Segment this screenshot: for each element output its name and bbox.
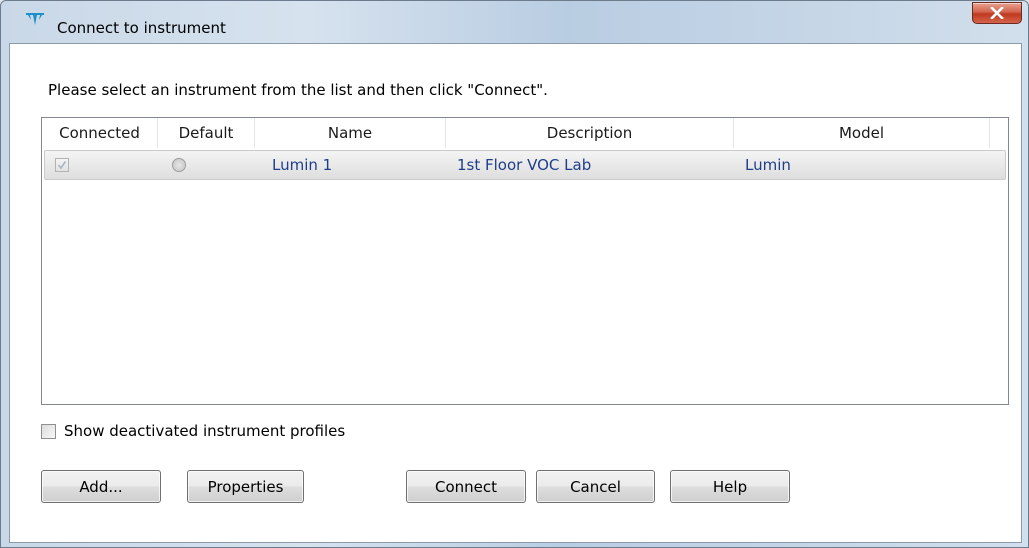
column-header-name[interactable]: Name	[255, 118, 446, 148]
column-header-description[interactable]: Description	[446, 118, 734, 148]
model-cell: Lumin	[745, 156, 791, 174]
connected-checkbox[interactable]	[55, 158, 69, 172]
default-radio[interactable]	[172, 158, 186, 172]
connect-dialog: Connect to instrument Please select an i…	[0, 0, 1029, 548]
help-button[interactable]: Help	[670, 470, 790, 503]
default-cell	[159, 151, 256, 179]
list-header: Connected Default Name Description Model	[42, 118, 1008, 148]
cancel-button[interactable]: Cancel	[536, 470, 655, 503]
show-deactivated-label: Show deactivated instrument profiles	[64, 422, 346, 440]
teledyne-logo-icon	[26, 13, 44, 25]
column-header-connected[interactable]: Connected	[42, 118, 158, 148]
close-icon	[990, 7, 1004, 19]
connect-button[interactable]: Connect	[406, 470, 526, 503]
dialog-body: Please select an instrument from the lis…	[9, 43, 1022, 543]
add-button[interactable]: Add...	[41, 470, 161, 503]
close-button[interactable]	[972, 2, 1022, 24]
show-deactivated-option[interactable]: Show deactivated instrument profiles	[41, 422, 345, 440]
checkmark-icon	[57, 161, 67, 170]
column-header-model[interactable]: Model	[734, 118, 990, 148]
instructions-text: Please select an instrument from the lis…	[48, 81, 548, 99]
name-cell: Lumin 1	[272, 156, 333, 174]
description-cell: 1st Floor VOC Lab	[457, 156, 592, 174]
title-bar[interactable]: Connect to instrument	[1, 1, 1028, 43]
properties-button[interactable]: Properties	[187, 470, 304, 503]
show-deactivated-checkbox[interactable]	[41, 423, 56, 439]
column-header-default[interactable]: Default	[158, 118, 255, 148]
window-title: Connect to instrument	[57, 19, 226, 37]
connected-cell	[45, 151, 159, 179]
table-row[interactable]: Lumin 1 1st Floor VOC Lab Lumin	[44, 150, 1006, 180]
instrument-list[interactable]: Connected Default Name Description Model	[41, 117, 1009, 405]
